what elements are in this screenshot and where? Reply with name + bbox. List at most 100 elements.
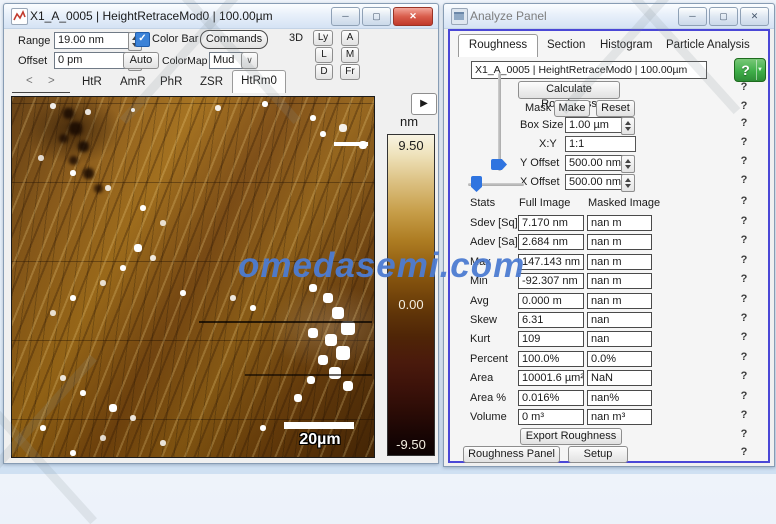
stat-full-field[interactable]: 100.0% [518,351,584,367]
color-bar-checkbox[interactable]: ✓ [135,32,150,47]
color-bar-label: Color Bar [152,33,198,45]
help-icon[interactable]: ? [737,117,751,129]
help-icon[interactable]: ? [737,312,751,324]
stat-masked-field[interactable]: nan% [587,390,652,406]
make-button[interactable]: Make [554,100,590,117]
tab-histogram[interactable]: Histogram [600,39,652,51]
prev-channel-button[interactable]: < [26,75,33,87]
stat-full-field[interactable]: 2.684 nm [518,234,584,250]
source-field[interactable]: X1_A_0005 | HeightRetraceMod0 | 100.00µm [471,61,707,79]
help-icon[interactable]: ? [737,234,751,246]
help-icon[interactable]: ? [737,293,751,305]
close-icon[interactable]: ✕ [740,7,769,26]
y-offset-slider-track[interactable] [498,73,501,171]
maximize-icon[interactable]: ▢ [362,7,391,26]
minimize-icon[interactable]: ─ [331,7,360,26]
y-offset-slider-thumb[interactable] [491,159,507,170]
box-size-input[interactable]: 1.00 µm [565,117,625,133]
stat-masked-field[interactable]: nan m [587,234,652,250]
scale-bar [284,422,354,429]
afm-image[interactable]: 20µm [11,96,375,458]
y-offset-input[interactable]: 500.00 nm [565,155,625,171]
l-button[interactable]: L [315,47,333,63]
maximize-icon[interactable]: ▢ [709,7,738,26]
stat-full-field[interactable]: -92.307 nm [518,273,584,289]
roughness-panel-button[interactable]: Roughness Panel [463,446,560,463]
x-offset-stepper[interactable] [621,174,635,192]
xy-input[interactable]: 1:1 [565,136,636,152]
stat-masked-field[interactable]: nan m [587,254,652,270]
stat-masked-field[interactable]: nan m [587,273,652,289]
help-icon[interactable]: ? [737,351,751,363]
afm-bright-streak [334,142,368,146]
help-icon[interactable]: ? [737,390,751,402]
stat-full-field[interactable]: 0 m³ [518,409,584,425]
stat-full-field[interactable]: 0.000 m [518,293,584,309]
help-icon[interactable]: ? [737,254,751,266]
stat-full-field[interactable]: 0.016% [518,390,584,406]
help-question-label: ? [735,62,756,78]
help-icon[interactable]: ? [737,155,751,167]
help-icon[interactable]: ? [737,370,751,382]
tab-section[interactable]: Section [547,39,585,51]
commands-dropdown[interactable]: Commands ▼ [200,30,268,49]
help-icon[interactable]: ? [737,100,751,112]
calculate-roughness-button[interactable]: Calculate Roughness [518,81,620,99]
stat-masked-field[interactable]: 0.0% [587,351,652,367]
fr-button[interactable]: Fr [340,64,360,80]
help-icon[interactable]: ? [737,428,751,440]
stat-masked-field[interactable]: nan [587,312,652,328]
tab-zsr[interactable]: ZSR [200,76,223,88]
stat-full-field[interactable]: 10001.6 µm² [518,370,584,386]
x-offset-slider-thumb[interactable] [471,176,482,192]
tab-particle-analysis[interactable]: Particle Analysis [666,39,750,51]
close-icon[interactable]: ✕ [393,7,433,26]
stat-masked-field[interactable]: NaN [587,370,652,386]
play-button[interactable]: ▶ [411,93,437,115]
tab-amr[interactable]: AmR [120,76,146,88]
offset-input[interactable]: 0 pm [54,52,132,69]
help-icon[interactable]: ? [737,195,751,207]
tab-roughness[interactable]: Roughness [458,34,538,57]
3d-label[interactable]: 3D [289,32,303,44]
setup-button[interactable]: Setup [568,446,628,463]
colormap-select[interactable]: Mud [209,52,245,69]
tab-htr[interactable]: HtR [82,76,102,88]
stat-masked-field[interactable]: nan [587,331,652,347]
stat-masked-field[interactable]: nan m [587,215,652,231]
ly-button[interactable]: Ly [313,30,333,46]
a-button[interactable]: A [341,30,359,46]
help-menu-button[interactable]: ? ▼ [734,58,766,82]
tab-phr[interactable]: PhR [160,76,182,88]
help-icon[interactable]: ? [737,446,751,458]
help-icon[interactable]: ? [737,273,751,285]
help-icon[interactable]: ? [737,174,751,186]
help-icon[interactable]: ? [737,215,751,227]
next-channel-button[interactable]: > [48,75,55,87]
x-offset-input[interactable]: 500.00 nm [565,174,625,190]
full-image-header: Full Image [519,197,570,209]
help-icon[interactable]: ? [737,331,751,343]
stat-full-field[interactable]: 6.31 [518,312,584,328]
export-roughness-button[interactable]: Export Roughness [520,428,622,445]
auto-button[interactable]: Auto [123,52,159,69]
stat-full-field[interactable]: 109 [518,331,584,347]
tab-htrm0-active[interactable]: HtRm0 [232,70,286,93]
stat-masked-field[interactable]: nan m [587,293,652,309]
reset-button[interactable]: Reset [596,100,635,117]
stat-full-field[interactable]: 147.143 nm [518,254,584,270]
colormap-chevron[interactable]: ∨ [241,52,258,69]
d-button[interactable]: D [315,64,333,80]
m-button[interactable]: M [341,47,359,63]
help-icon[interactable]: ? [737,81,751,93]
stat-masked-field[interactable]: nan m³ [587,409,652,425]
minimize-icon[interactable]: ─ [678,7,707,26]
y-offset-stepper[interactable] [621,155,635,173]
range-input[interactable]: 19.00 nm [54,32,132,49]
help-icon[interactable]: ? [737,136,751,148]
stat-full-field[interactable]: 7.170 nm [518,215,584,231]
viewer-titlebar[interactable]: X1_A_0005 | HeightRetraceMod0 | 100.00µm… [4,4,438,29]
box-size-stepper[interactable] [621,117,635,135]
analyze-titlebar[interactable]: Analyze Panel ─ ▢ ✕ [444,4,774,29]
help-icon[interactable]: ? [737,409,751,421]
